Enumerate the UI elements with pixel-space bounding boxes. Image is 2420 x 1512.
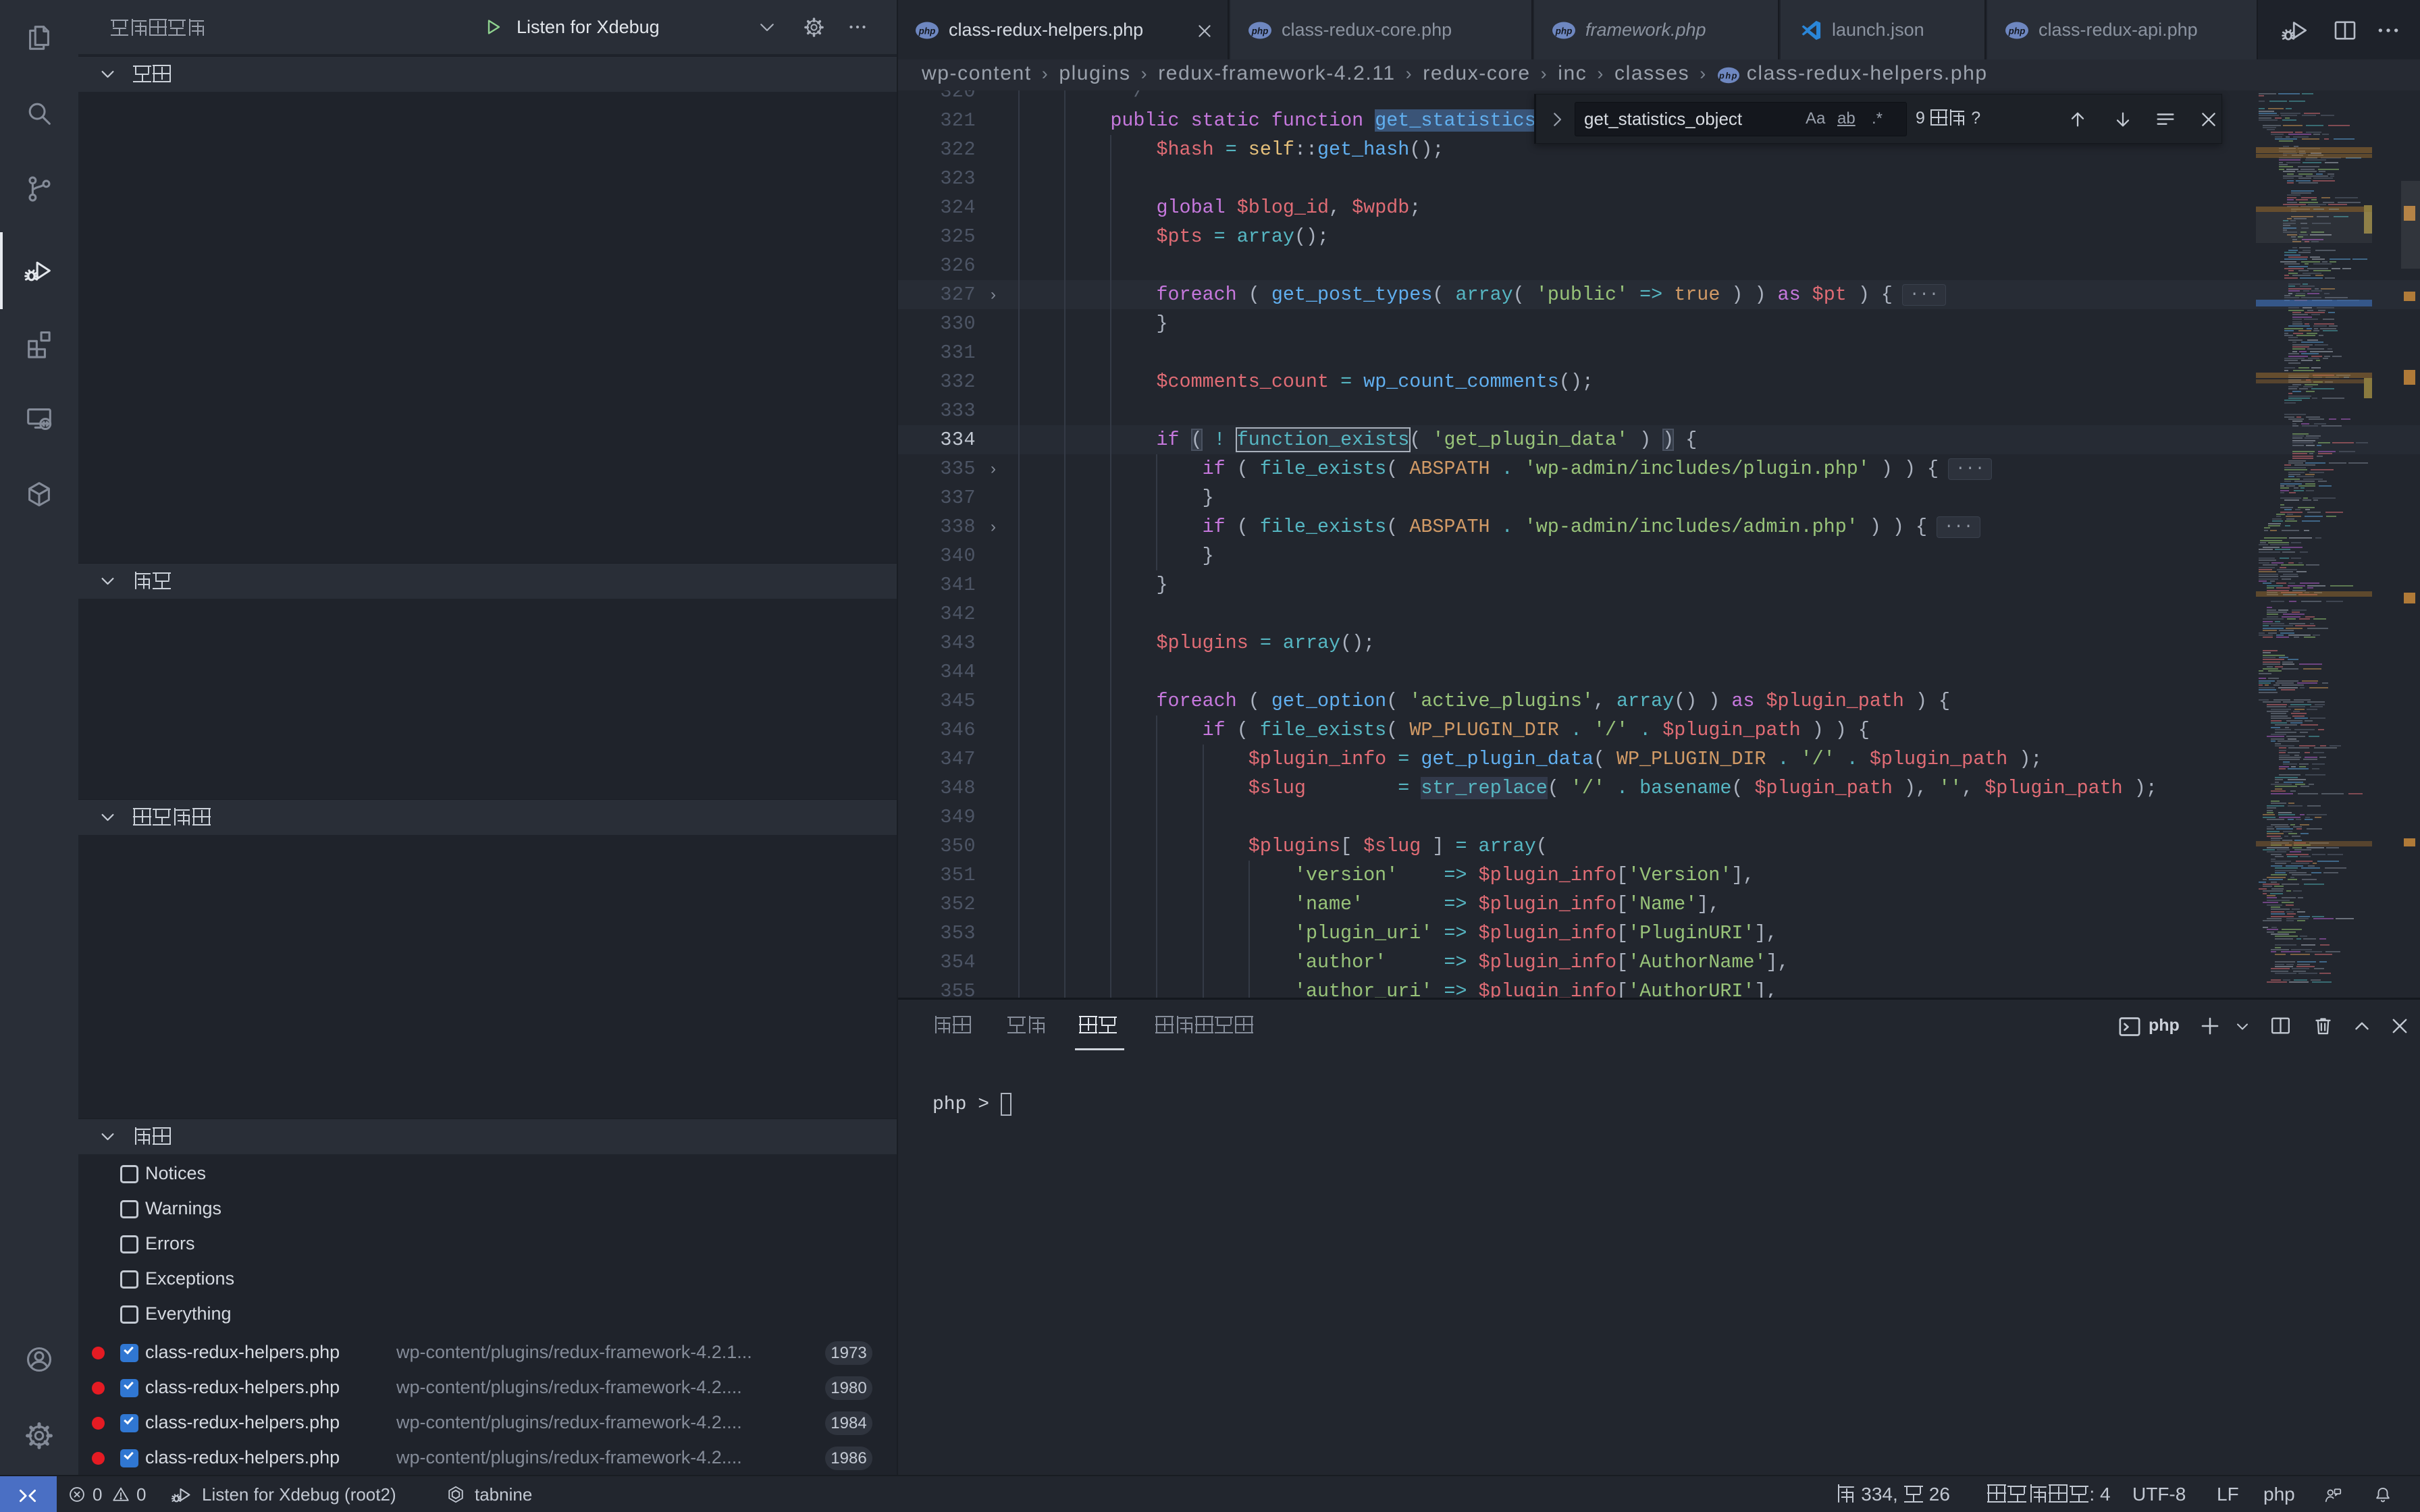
svg-text:php: php — [2008, 26, 2026, 36]
svg-text:php: php — [918, 26, 936, 36]
svg-text:php: php — [1718, 71, 1738, 81]
svg-text:php: php — [1251, 26, 1269, 36]
svg-text:php: php — [1555, 26, 1573, 36]
